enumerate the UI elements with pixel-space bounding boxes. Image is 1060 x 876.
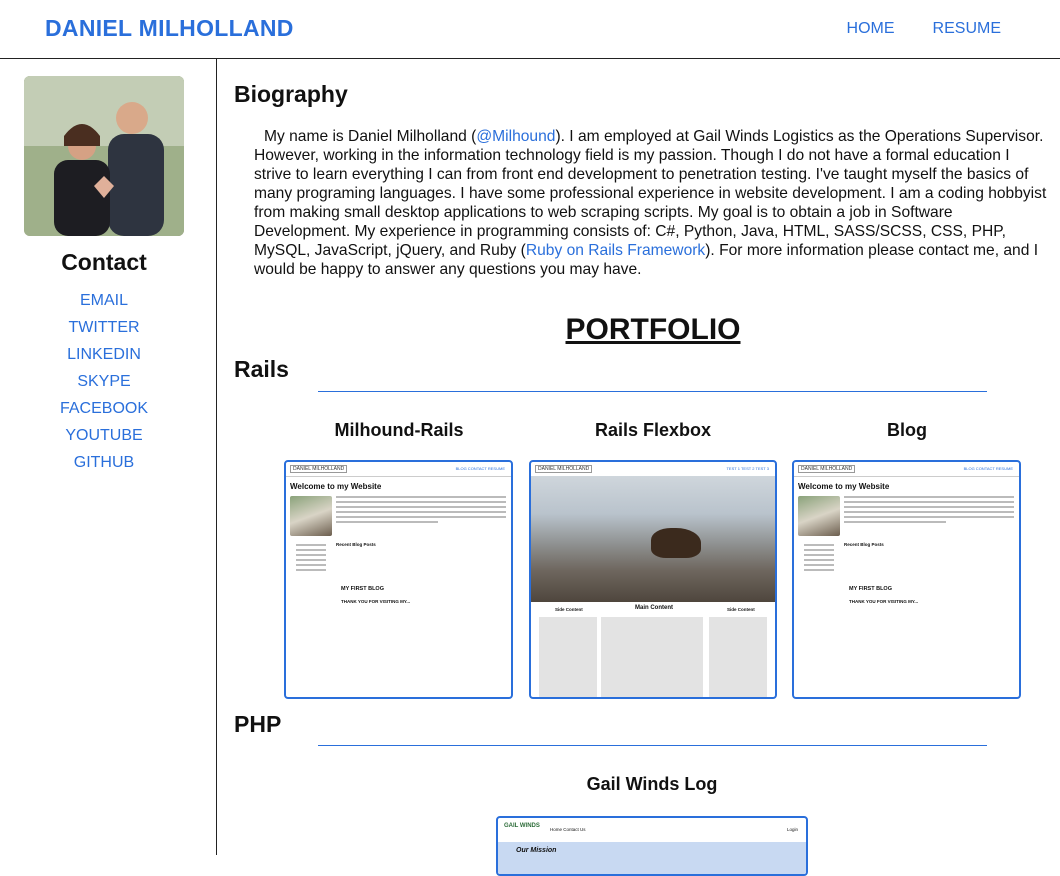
contact-facebook-link[interactable]: FACEBOOK	[60, 400, 148, 417]
contact-skype-link[interactable]: SKYPE	[77, 373, 130, 390]
section-rails-title: Rails	[234, 356, 289, 382]
thumb-gw-login: Login	[786, 827, 798, 832]
thumb-col-main	[601, 617, 703, 697]
thumb-gw-mission: Our Mission	[516, 847, 557, 854]
bio-text-2: ). I am employed at Gail Winds Logistics…	[254, 128, 1047, 259]
thumb-main-content: Main Content	[635, 605, 673, 611]
project-thumbnail-rails-flexbox[interactable]: DANIEL MILHOLLAND TEST 1 TEST 2 TEST 3 S…	[529, 460, 777, 699]
thumb-brand: DANIEL MILHOLLAND	[290, 465, 348, 473]
thumb-col-right	[709, 617, 767, 697]
thumb-nav: DANIEL MILHOLLAND BLOG CONTACT RESUME	[286, 462, 511, 477]
contact-heading: Contact	[61, 249, 147, 275]
contact-github-link[interactable]: GITHUB	[74, 454, 134, 471]
bear-shape	[651, 528, 701, 558]
thumb-first-blog: MY FIRST BLOG	[341, 586, 384, 592]
thumb-links: BLOG CONTACT RESUME	[963, 466, 1013, 471]
thumb-welcome: Welcome to my Website	[290, 482, 382, 491]
gail-winds-logo: GAIL WINDS	[504, 823, 540, 829]
thumb-side-right: Side Content	[727, 607, 755, 612]
contact-twitter-link[interactable]: TWITTER	[68, 319, 139, 336]
thumb-nav: DANIEL MILHOLLAND BLOG CONTACT RESUME	[794, 462, 1019, 477]
thumb-gw-nav: Home Contact Us	[550, 827, 586, 832]
twitter-handle-link[interactable]: @Milhound	[476, 128, 555, 145]
sidebar: Contact EMAIL TWITTER LINKEDIN SKYPE FAC…	[0, 59, 217, 855]
project-title-blog: Blog	[887, 420, 927, 440]
brand-link[interactable]: DANIEL MILHOLLAND	[45, 15, 294, 42]
nav-resume[interactable]: RESUME	[933, 20, 1001, 38]
thumb-text-lines	[336, 496, 506, 526]
thumb-recent: Recent Blog Posts	[844, 542, 884, 547]
bio-text-1: My name is Daniel Milholland (	[264, 128, 477, 145]
contact-links: EMAIL TWITTER LINKEDIN SKYPE FACEBOOK YO…	[0, 290, 208, 479]
avatar	[24, 76, 184, 236]
project-title-milhound-rails: Milhound-Rails	[334, 420, 464, 440]
thumb-text-lines	[844, 496, 1014, 526]
project-thumbnail-gail-winds-log[interactable]: GAIL WINDS Home Contact Us Login Our Mis…	[496, 816, 808, 876]
thumb-photo	[798, 496, 840, 536]
thumb-contact-lines	[296, 544, 326, 574]
project-thumbnail-blog[interactable]: DANIEL MILHOLLAND BLOG CONTACT RESUME We…	[792, 460, 1021, 699]
thumb-side-left: Side Content	[555, 607, 583, 612]
project-thumbnail-milhound-rails[interactable]: DANIEL MILHOLLAND BLOG CONTACT RESUME We…	[284, 460, 513, 699]
thumb-links: TEST 1 TEST 2 TEST 3	[726, 466, 769, 471]
thumb-thanks: THANK YOU FOR VISITING MY...	[341, 599, 411, 604]
profile-photo	[24, 76, 184, 236]
bear-photo	[531, 476, 775, 602]
thumb-brand: DANIEL MILHOLLAND	[535, 465, 593, 473]
section-php-title: PHP	[234, 711, 282, 737]
section-divider	[318, 745, 987, 746]
rails-framework-link[interactable]: Ruby on Rails Framework	[526, 242, 705, 259]
thumb-welcome: Welcome to my Website	[798, 482, 890, 491]
site-header: DANIEL MILHOLLAND HOME RESUME	[0, 0, 1060, 59]
thumb-brand: DANIEL MILHOLLAND	[798, 465, 856, 473]
top-nav: HOME RESUME	[847, 20, 1001, 38]
thumb-contact-lines	[804, 544, 834, 574]
thumb-first-blog: MY FIRST BLOG	[849, 586, 892, 592]
portfolio-heading: PORTFOLIO	[565, 313, 741, 346]
thumb-thanks: THANK YOU FOR VISITING MY...	[849, 599, 919, 604]
contact-youtube-link[interactable]: YOUTUBE	[65, 427, 142, 444]
project-title-gail-winds-log: Gail Winds Log	[586, 774, 718, 794]
contact-email-link[interactable]: EMAIL	[80, 292, 128, 309]
section-divider	[318, 391, 987, 392]
biography-text: My name is Daniel Milholland (@Milhound)…	[254, 127, 1050, 279]
biography-heading: Biography	[234, 81, 348, 107]
thumb-recent: Recent Blog Posts	[336, 542, 376, 547]
thumb-photo	[290, 496, 332, 536]
main-content: Biography My name is Daniel Milholland (…	[218, 59, 1060, 876]
project-title-rails-flexbox: Rails Flexbox	[594, 420, 712, 440]
nav-home[interactable]: HOME	[847, 20, 895, 38]
thumb-nav: DANIEL MILHOLLAND TEST 1 TEST 2 TEST 3	[531, 462, 775, 477]
thumb-links: BLOG CONTACT RESUME	[455, 466, 505, 471]
thumb-col-left	[539, 617, 597, 697]
contact-linkedin-link[interactable]: LINKEDIN	[67, 346, 141, 363]
